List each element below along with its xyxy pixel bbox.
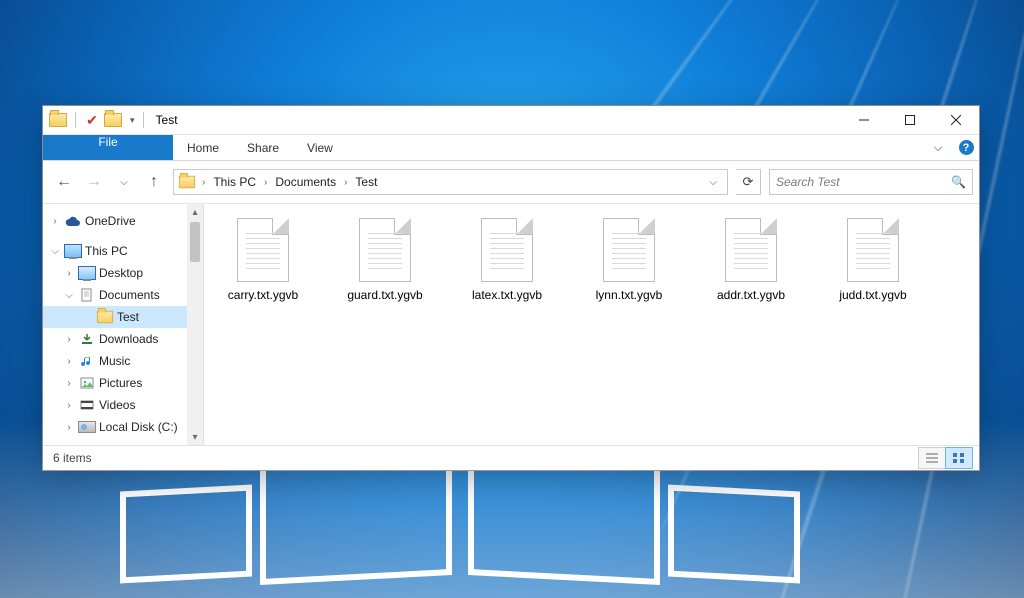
item-count: 6 items <box>53 451 92 465</box>
tree-item-documents[interactable]: ⌵ Documents <box>43 284 203 306</box>
details-view-button[interactable] <box>918 447 946 469</box>
tree-item-this-pc[interactable]: ⌵ This PC <box>43 240 203 262</box>
tree-label: Downloads <box>99 332 158 346</box>
file-icon <box>359 218 411 282</box>
back-button[interactable]: ← <box>53 171 75 193</box>
file-item[interactable]: judd.txt.ygvb <box>824 214 922 306</box>
tree-label: Test <box>117 310 139 324</box>
tree-label: OneDrive <box>85 214 136 228</box>
navigation-bar: ← → ⌵ ↑ › This PC › Documents › Test ⌵ ⟳… <box>43 161 979 204</box>
downloads-icon <box>78 332 96 346</box>
breadcrumb-sep: › <box>262 177 269 188</box>
file-icon <box>603 218 655 282</box>
file-name: addr.txt.ygvb <box>717 288 785 302</box>
tree-item-desktop[interactable]: › Desktop <box>43 262 203 284</box>
file-list[interactable]: carry.txt.ygvb guard.txt.ygvb latex.txt.… <box>204 204 979 445</box>
breadcrumb-this-pc[interactable]: This PC <box>211 175 258 189</box>
status-bar: 6 items <box>43 445 979 470</box>
app-icon <box>49 113 67 127</box>
tree-label: Videos <box>99 398 135 412</box>
icons-view-button[interactable] <box>945 447 973 469</box>
window-title: Test <box>156 113 178 127</box>
desktop-wallpaper: ✔ ▾ Test File Home Share View ⌵ <box>0 0 1024 598</box>
maximize-button[interactable] <box>887 106 933 134</box>
close-button[interactable] <box>933 106 979 134</box>
scroll-up-icon[interactable]: ▴ <box>187 204 203 220</box>
videos-icon <box>78 398 96 412</box>
tree-item-onedrive[interactable]: › OneDrive <box>43 210 203 232</box>
onedrive-icon <box>64 215 82 227</box>
navigation-pane: › OneDrive ⌵ This PC › Desktop <box>43 204 204 445</box>
file-menu[interactable]: File <box>43 135 173 160</box>
file-icon <box>725 218 777 282</box>
search-icon: 🔍 <box>951 175 966 189</box>
music-icon <box>78 354 96 368</box>
file-item[interactable]: guard.txt.ygvb <box>336 214 434 306</box>
breadcrumb-test[interactable]: Test <box>353 175 379 189</box>
ribbon-collapse-icon[interactable]: ⌵ <box>923 135 953 160</box>
documents-icon <box>78 288 96 302</box>
up-button[interactable]: ↑ <box>143 171 165 193</box>
breadcrumb-sep: › <box>200 177 207 188</box>
qat-separator-2 <box>143 112 144 128</box>
nav-scrollbar[interactable]: ▴ ▾ <box>187 204 203 445</box>
file-icon <box>481 218 533 282</box>
file-item[interactable]: latex.txt.ygvb <box>458 214 556 306</box>
file-name: lynn.txt.ygvb <box>596 288 663 302</box>
qat-customize-icon[interactable]: ▾ <box>130 115 135 126</box>
scroll-thumb[interactable] <box>190 222 200 262</box>
file-item[interactable]: lynn.txt.ygvb <box>580 214 678 306</box>
tree-label: Documents <box>99 288 160 302</box>
file-name: judd.txt.ygvb <box>839 288 906 302</box>
tree-item-videos[interactable]: › Videos <box>43 394 203 416</box>
tree-label: Desktop <box>99 266 143 280</box>
scroll-down-icon[interactable]: ▾ <box>187 429 203 445</box>
minimize-button[interactable] <box>841 106 887 134</box>
search-placeholder: Search Test <box>776 175 951 189</box>
help-button[interactable]: ? <box>953 135 979 160</box>
address-history-icon[interactable]: ⌵ <box>703 177 723 188</box>
tree-item-pictures[interactable]: › Pictures <box>43 372 203 394</box>
tree-label: Local Disk (C:) <box>99 420 178 434</box>
tree-item-downloads[interactable]: › Downloads <box>43 328 203 350</box>
tab-home[interactable]: Home <box>173 135 233 160</box>
file-name: carry.txt.ygvb <box>228 288 298 302</box>
qat-new-folder-icon[interactable] <box>104 113 122 127</box>
tree-label: This PC <box>85 244 128 258</box>
local-disk-icon <box>78 421 96 433</box>
search-box[interactable]: Search Test 🔍 <box>769 169 973 195</box>
file-item[interactable]: carry.txt.ygvb <box>214 214 312 306</box>
ribbon: File Home Share View ⌵ ? <box>43 135 979 161</box>
address-bar[interactable]: › This PC › Documents › Test ⌵ <box>173 169 728 195</box>
file-icon <box>847 218 899 282</box>
tab-view[interactable]: View <box>293 135 347 160</box>
forward-button[interactable]: → <box>83 171 105 193</box>
tree-label: Pictures <box>99 376 142 390</box>
file-icon <box>237 218 289 282</box>
breadcrumb-documents[interactable]: Documents <box>273 175 338 189</box>
tab-share[interactable]: Share <box>233 135 293 160</box>
this-pc-icon <box>64 244 82 258</box>
file-name: latex.txt.ygvb <box>472 288 542 302</box>
file-item[interactable]: addr.txt.ygvb <box>702 214 800 306</box>
desktop-icon <box>78 266 96 280</box>
tree-item-local-disk[interactable]: › Local Disk (C:) <box>43 416 203 438</box>
address-folder-icon <box>179 176 195 189</box>
qat-separator <box>75 112 76 128</box>
file-explorer-window: ✔ ▾ Test File Home Share View ⌵ <box>42 105 980 471</box>
qat-properties-icon[interactable]: ✔ <box>84 112 100 128</box>
recent-locations-icon[interactable]: ⌵ <box>113 171 135 193</box>
file-name: guard.txt.ygvb <box>347 288 422 302</box>
folder-icon <box>96 310 114 324</box>
titlebar[interactable]: ✔ ▾ Test <box>43 106 979 135</box>
pictures-icon <box>78 376 96 390</box>
tree-item-music[interactable]: › Music <box>43 350 203 372</box>
refresh-button[interactable]: ⟳ <box>736 169 761 195</box>
tree-label: Music <box>99 354 130 368</box>
breadcrumb-sep: › <box>342 177 349 188</box>
tree-item-test[interactable]: Test <box>43 306 203 328</box>
